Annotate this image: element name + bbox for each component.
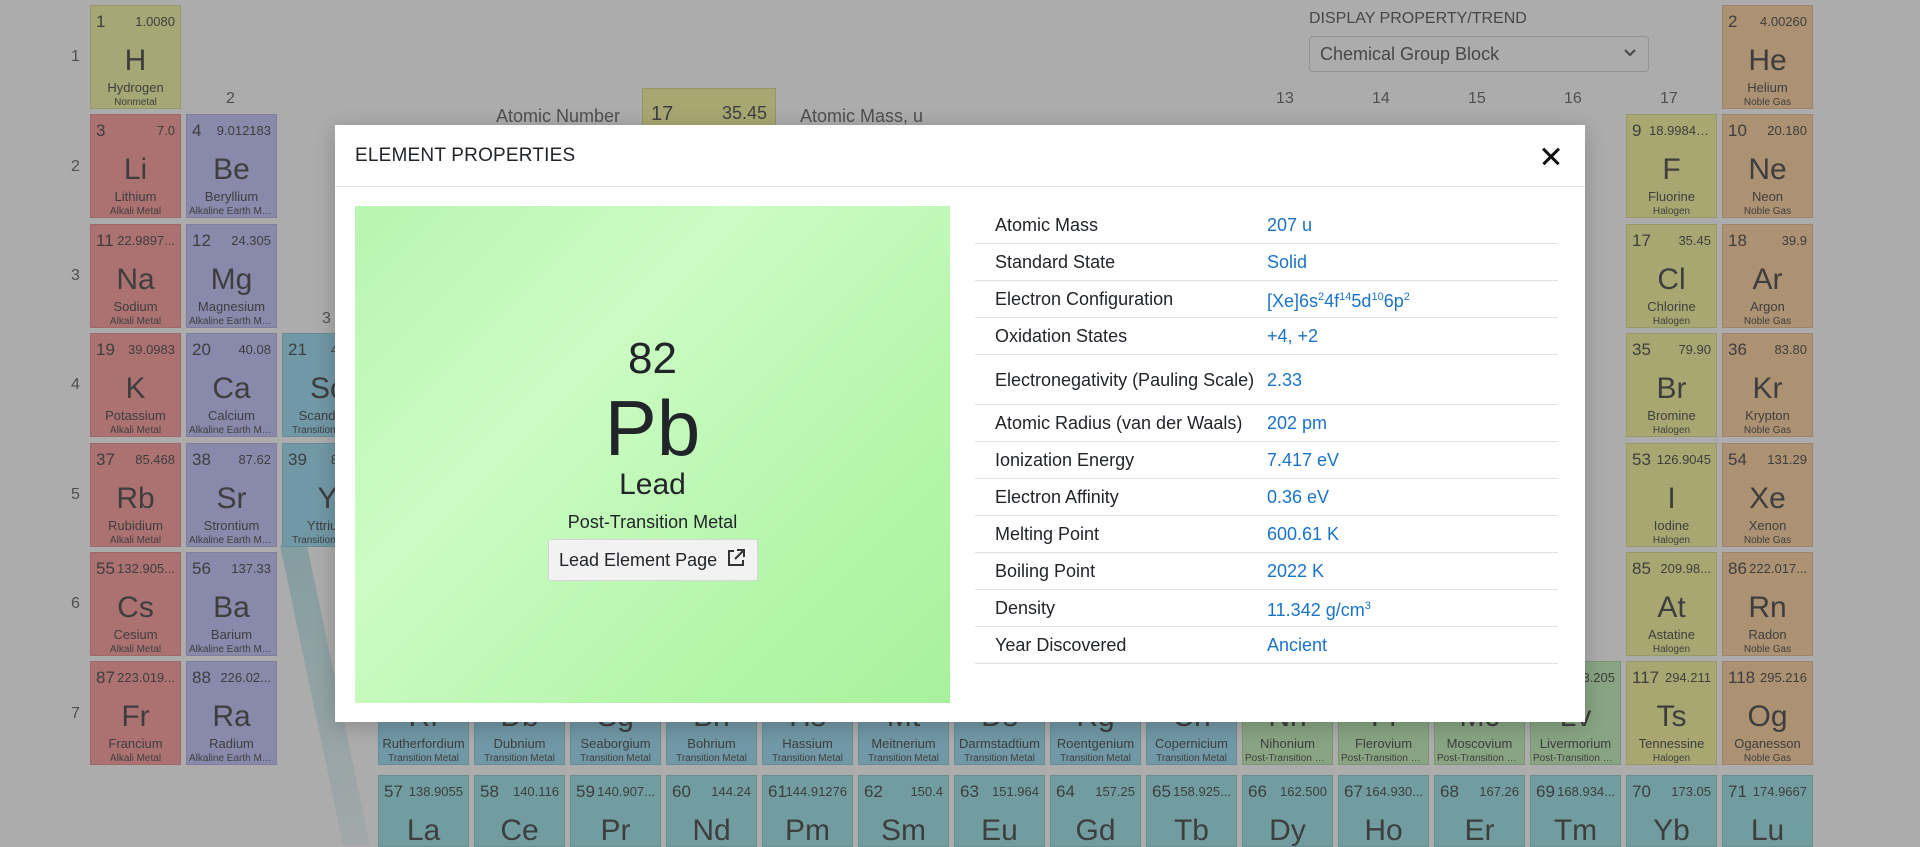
property-row: Ionization Energy 7.417 eV	[975, 442, 1558, 479]
property-value: 600.61 K	[1267, 524, 1340, 544]
atomic-number: 82	[628, 334, 677, 383]
property-value: 7.417 eV	[1267, 450, 1340, 470]
property-value: Solid	[1267, 252, 1308, 272]
property-row: Standard State Solid	[975, 244, 1558, 281]
property-value: 0.36 eV	[1267, 487, 1330, 507]
property-value: 2.33	[1267, 369, 1303, 390]
property-label: Electron Affinity	[995, 487, 1119, 507]
property-label: Atomic Mass	[995, 215, 1099, 235]
property-label: Density	[995, 598, 1056, 618]
property-value: Ancient	[1267, 635, 1328, 655]
element-properties-modal: ELEMENT PROPERTIES 82 Pb Lead Post-Trans…	[335, 125, 1585, 722]
property-label: Standard State	[995, 252, 1116, 272]
property-row: Atomic Radius (van der Waals) 202 pm	[975, 405, 1558, 442]
property-label: Boiling Point	[995, 561, 1096, 581]
element-name: Lead	[619, 468, 686, 501]
property-label: Atomic Radius (van der Waals)	[995, 413, 1243, 433]
element-page-label: Lead Element Page	[559, 549, 718, 570]
property-value: 202 pm	[1267, 413, 1328, 433]
property-row: Electron Configuration [Xe]6s24f145d106p2	[975, 281, 1558, 318]
close-icon[interactable]	[1537, 142, 1565, 170]
property-value: 2022 K	[1267, 561, 1325, 581]
property-value: +4, +2	[1267, 326, 1319, 346]
element-page-button[interactable]: Lead Element Page	[548, 539, 759, 581]
property-row: Density 11.342 g/cm3	[975, 590, 1558, 627]
property-row: Oxidation States +4, +2	[975, 318, 1558, 355]
property-label: Year Discovered	[995, 635, 1127, 655]
element-symbol: Pb	[604, 384, 701, 472]
element-category: Post-Transition Metal	[567, 512, 738, 532]
property-value: [Xe]6s24f145d106p2	[1267, 291, 1410, 311]
properties-table: Atomic Mass 207 u Standard State Solid Elect…	[975, 207, 1558, 664]
property-value: 11.342 g/cm3	[1267, 600, 1371, 620]
element-hero: 82 Pb Lead Post-Transition Metal Lead El…	[355, 206, 950, 703]
property-row: Year Discovered Ancient	[975, 627, 1558, 664]
modal-title: ELEMENT PROPERTIES	[355, 144, 576, 166]
external-link-icon	[725, 547, 747, 574]
property-value: 207 u	[1267, 215, 1313, 235]
property-label: Electron Configuration	[995, 289, 1174, 309]
property-row: Electron Affinity 0.36 eV	[975, 479, 1558, 516]
property-row: Melting Point 600.61 K	[975, 516, 1558, 553]
property-row: Atomic Mass 207 u	[975, 207, 1558, 244]
property-label: Ionization Energy	[995, 450, 1135, 470]
property-label: Melting Point	[995, 524, 1100, 544]
property-row: Electronegativity (Pauling Scale) 2.33	[975, 355, 1558, 405]
property-label: Oxidation States	[995, 326, 1128, 346]
modal-header: ELEMENT PROPERTIES	[335, 125, 1585, 187]
property-label: Electronegativity (Pauling Scale)	[995, 369, 1255, 390]
property-row: Boiling Point 2022 K	[975, 553, 1558, 590]
